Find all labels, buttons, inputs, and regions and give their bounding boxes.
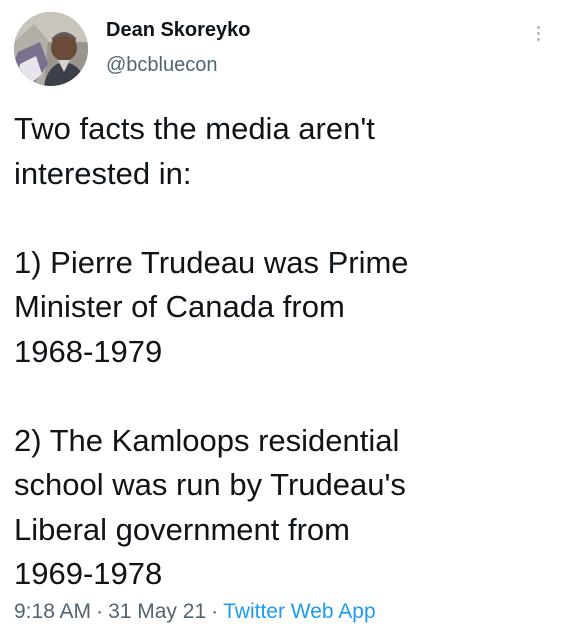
tweet-meta: 9:18 AM · 31 May 21 · Twitter Web App xyxy=(14,600,376,624)
tweet-date[interactable]: 31 May 21 xyxy=(108,600,206,623)
more-vertical-icon[interactable] xyxy=(526,18,550,48)
tweet-line: 1969-1978 xyxy=(14,556,163,591)
tweet-client-link[interactable]: Twitter Web App xyxy=(223,600,376,623)
more-dot xyxy=(536,31,540,35)
tweet-line: Two facts the media aren't xyxy=(14,111,375,146)
tweet-line: 1) Pierre Trudeau was Prime xyxy=(14,244,409,280)
more-dot xyxy=(536,37,540,41)
meta-separator: · xyxy=(96,600,104,623)
author-handle[interactable]: @bcbluecon xyxy=(106,54,217,77)
tweet-text: Two facts the media aren't interested in… xyxy=(14,107,544,597)
tweet-line: Minister of Canada from xyxy=(14,289,345,324)
meta-separator: · xyxy=(211,600,219,623)
tweet-line: 1968-1979 xyxy=(14,333,163,369)
tweet-line: 2) The Kamloops residential xyxy=(14,422,400,458)
avatar[interactable] xyxy=(14,12,88,86)
tweet-time[interactable]: 9:18 AM xyxy=(14,600,91,623)
tweet-line: Liberal government from xyxy=(14,511,350,547)
tweet-line: interested in: xyxy=(14,155,192,191)
tweet-line: school was run by Trudeau's xyxy=(14,467,406,502)
author-display-name[interactable]: Dean Skoreyko xyxy=(106,19,251,42)
avatar-image xyxy=(14,12,88,86)
tweet-card: Dean Skoreyko @bcbluecon Two facts the m… xyxy=(0,0,563,640)
more-dot xyxy=(536,25,540,29)
